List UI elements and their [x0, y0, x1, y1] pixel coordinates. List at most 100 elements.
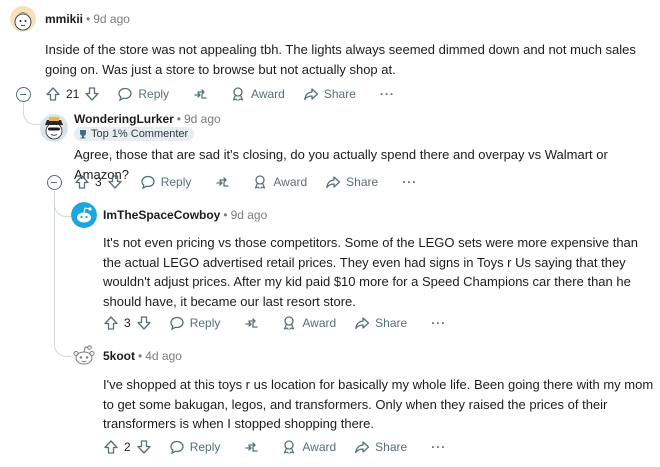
downvote-icon — [137, 440, 151, 454]
give-button[interactable] — [243, 439, 259, 455]
separator-dot: • — [138, 349, 143, 363]
share-button[interactable]: Share — [325, 174, 378, 190]
reply-icon — [170, 440, 184, 455]
award-label: Award — [302, 316, 337, 330]
trophy-icon — [80, 130, 86, 139]
comment-header: 5koot • 4d ago — [103, 349, 182, 363]
share-label: Share — [375, 440, 408, 454]
downvote-icon — [108, 175, 122, 189]
share-label: Share — [323, 87, 356, 101]
comment-header: WonderingLurker • 9d ago — [74, 112, 221, 126]
reply-icon — [170, 316, 184, 331]
upvote-icon — [104, 316, 118, 330]
reply-icon — [141, 175, 155, 190]
share-button[interactable]: Share — [303, 86, 356, 102]
give-icon — [194, 89, 207, 99]
reply-label: Reply — [189, 440, 221, 454]
more-options-button[interactable]: ··· — [431, 316, 446, 330]
upvote-icon — [104, 440, 118, 454]
share-label: Share — [346, 175, 379, 189]
author-name[interactable]: WonderingLurker — [74, 112, 174, 126]
give-icon — [216, 177, 230, 187]
give-icon — [245, 318, 259, 328]
upvote-button[interactable] — [103, 315, 119, 331]
award-icon — [284, 440, 295, 454]
comment-body: It's not even pricing vs those competito… — [103, 235, 639, 309]
reply-button[interactable]: Reply — [169, 439, 221, 455]
more-icon: ··· — [431, 316, 447, 330]
more-options-button[interactable]: ··· — [380, 87, 395, 101]
vote-count: 3 — [95, 175, 102, 189]
award-button[interactable]: Award — [230, 86, 285, 102]
share-icon — [355, 317, 370, 330]
comment-header: ImTheSpaceCowboy • 9d ago — [103, 208, 267, 222]
share-icon — [303, 88, 318, 101]
reply-button[interactable]: Reply — [169, 315, 221, 331]
flair-label: Top 1% Commenter — [91, 128, 189, 140]
comment-actions: 2 Reply Award Share ··· — [103, 436, 446, 458]
award-icon — [255, 175, 266, 189]
award-label: Award — [302, 440, 337, 454]
award-label: Award — [251, 87, 285, 101]
author-name[interactable]: ImTheSpaceCowboy — [103, 208, 220, 222]
upvote-button[interactable] — [103, 439, 119, 455]
upvote-button[interactable] — [74, 174, 90, 190]
author-name[interactable]: 5koot — [103, 349, 135, 363]
comment-body: I've shopped at this toys r us location … — [103, 377, 654, 431]
give-button[interactable] — [214, 174, 230, 190]
share-button[interactable]: Share — [354, 315, 407, 331]
separator-dot: • — [176, 112, 181, 126]
award-button[interactable]: Award — [281, 315, 336, 331]
comment-actions: 3 Reply Award Share ··· — [74, 171, 417, 193]
award-label: Award — [273, 175, 308, 189]
reply-icon — [118, 87, 133, 102]
timestamp[interactable]: 9d ago — [184, 112, 221, 126]
reply-label: Reply — [189, 316, 221, 330]
upvote-button[interactable] — [45, 86, 61, 102]
separator-dot: • — [223, 208, 228, 222]
more-icon: ··· — [431, 440, 447, 454]
share-icon — [355, 441, 370, 454]
share-label: Share — [375, 316, 408, 330]
user-flair: Top 1% Commenter — [74, 127, 195, 141]
upvote-icon — [46, 87, 60, 101]
upvote-icon — [75, 175, 89, 189]
award-icon — [284, 316, 295, 330]
give-button[interactable] — [192, 86, 208, 102]
downvote-button[interactable] — [107, 174, 123, 190]
reply-button[interactable]: Reply — [140, 174, 191, 190]
downvote-button[interactable] — [84, 86, 100, 102]
downvote-button[interactable] — [136, 439, 152, 455]
avatar[interactable] — [71, 342, 97, 368]
separator-dot: • — [86, 12, 91, 26]
timestamp[interactable]: 9d ago — [231, 208, 268, 222]
more-icon: ··· — [379, 87, 395, 101]
comment-body: Inside of the store was not appealing tb… — [45, 42, 636, 77]
award-button[interactable]: Award — [252, 174, 307, 190]
more-options-button[interactable]: ··· — [431, 440, 446, 454]
collapse-icon[interactable] — [16, 87, 31, 102]
thread-line — [54, 205, 55, 345]
share-button[interactable]: Share — [354, 439, 407, 455]
timestamp[interactable]: 9d ago — [93, 12, 130, 26]
reply-button[interactable]: Reply — [117, 86, 169, 102]
award-button[interactable]: Award — [281, 439, 336, 455]
comment-actions: 3 Reply Award Share ··· — [103, 312, 446, 334]
vote-count: 2 — [124, 440, 131, 454]
award-icon — [232, 87, 244, 101]
avatar[interactable] — [10, 6, 36, 32]
avatar[interactable] — [71, 202, 97, 228]
vote-count: 21 — [66, 87, 80, 101]
timestamp[interactable]: 4d ago — [145, 349, 182, 363]
vote-count: 3 — [124, 316, 131, 330]
collapse-icon[interactable] — [47, 175, 62, 190]
share-icon — [326, 176, 341, 189]
comment-actions: 21 Reply Award Share ··· — [45, 83, 395, 105]
more-options-button[interactable]: ··· — [402, 175, 417, 189]
give-button[interactable] — [243, 315, 259, 331]
avatar[interactable] — [40, 114, 68, 142]
reply-label: Reply — [138, 87, 170, 101]
author-name[interactable]: mmikii — [45, 12, 83, 26]
downvote-button[interactable] — [136, 315, 152, 331]
downvote-icon — [85, 87, 100, 101]
